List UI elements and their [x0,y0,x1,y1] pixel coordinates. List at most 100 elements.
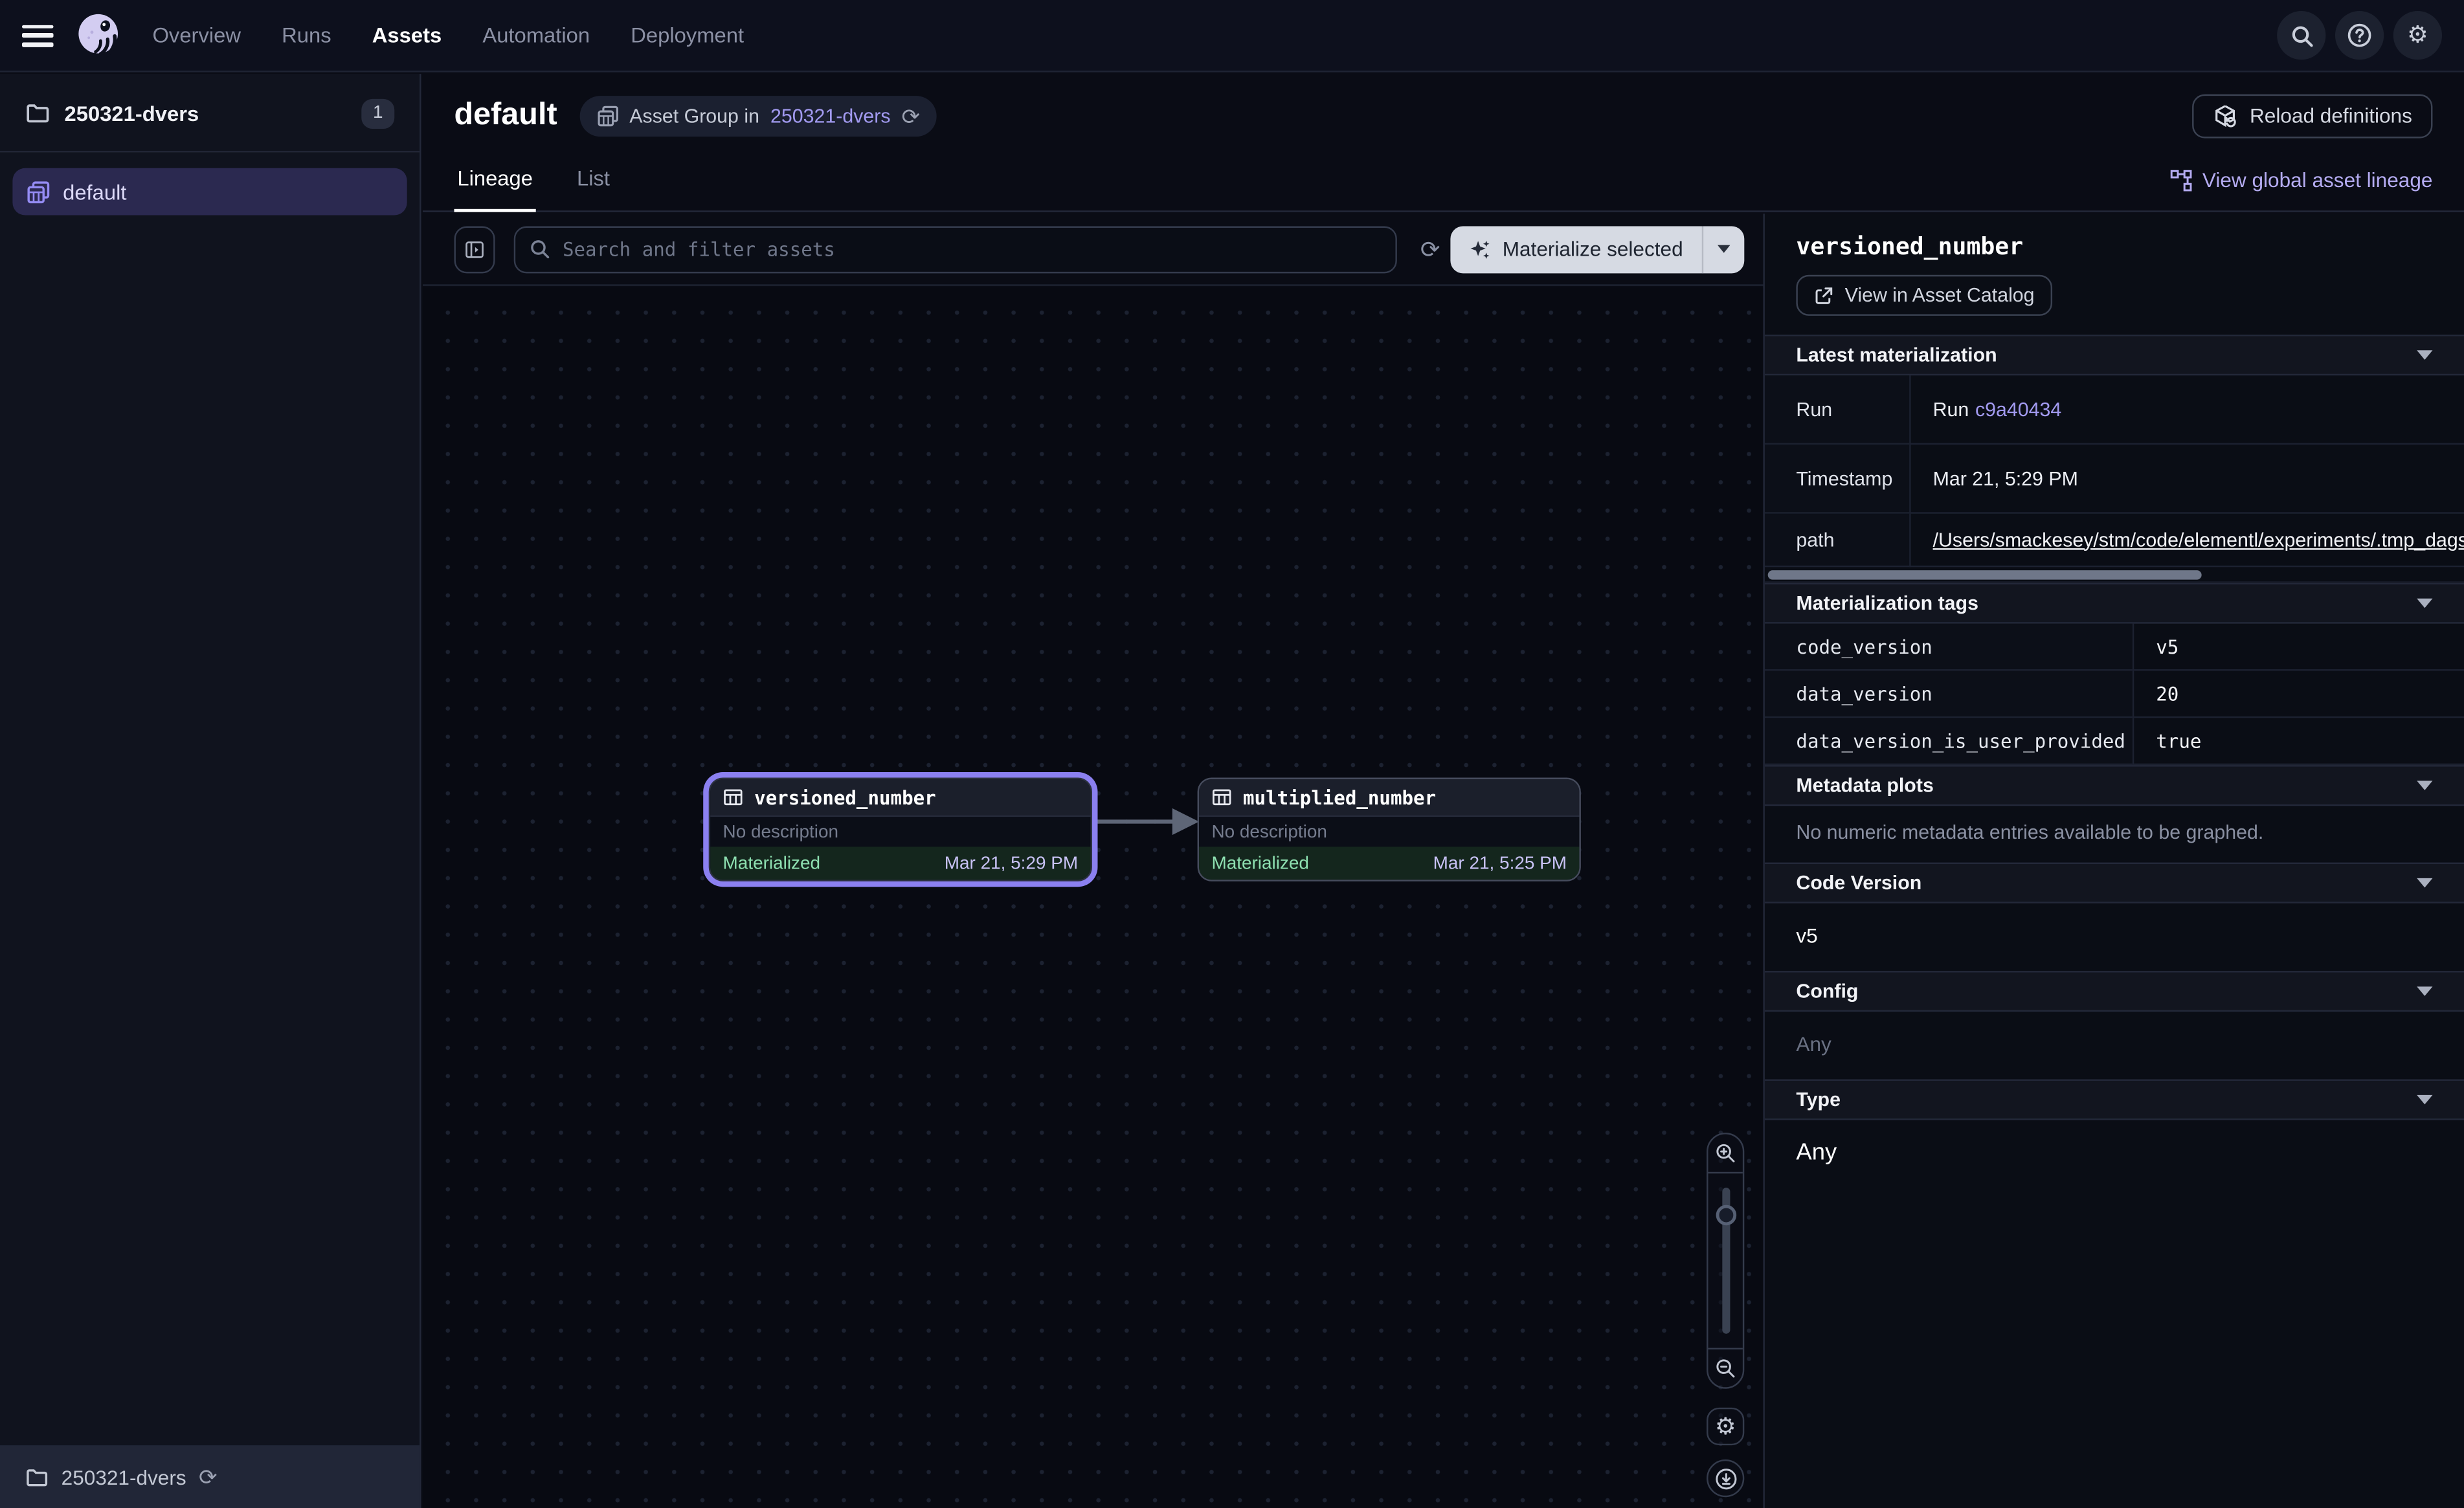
view-tabs: Lineage List View global asset lineage [423,157,2464,212]
section-title: Config [1796,981,1858,1003]
zoom-controls [1707,1133,1744,1389]
dagster-logo-icon[interactable] [73,10,124,61]
zoom-out-button[interactable] [1708,1349,1742,1387]
download-icon [1714,1467,1737,1490]
pill-location-link[interactable]: 250321-dvers [770,104,891,126]
top-nav: Overview Runs Assets Automation Deployme… [0,0,2464,72]
footer-location-name: 250321-dvers [62,1465,186,1488]
nav-item-overview[interactable]: Overview [152,23,241,47]
tag-value: v5 [2133,624,2464,671]
code-location-row[interactable]: 250321-dvers 1 [0,88,420,139]
nav-item-runs[interactable]: Runs [282,23,331,47]
sidebar-divider [0,151,420,152]
chevron-down-icon [2417,350,2432,360]
tab-lineage[interactable]: Lineage [454,157,535,212]
table-icon [723,787,744,808]
chevron-down-icon [1718,245,1730,253]
lineage-canvas[interactable]: versioned_number No description Material… [423,287,1763,1508]
section-metadata-plots[interactable]: Metadata plots [1765,765,2464,806]
folder-icon [25,100,50,126]
zoom-out-icon [1714,1357,1736,1379]
latest-materialization-table: Run Run c9a40434 Timestamp Mar 21, 5:29 … [1765,375,2464,514]
panel-expand-icon [465,238,484,260]
reload-definitions-button[interactable]: Reload definitions [2191,93,2432,137]
row-key: Run [1765,375,1909,445]
zoom-in-icon [1714,1142,1736,1164]
section-title: Materialization tags [1796,592,1978,614]
folder-icon [25,1465,49,1488]
scrollbar-thumb[interactable] [1768,570,2202,580]
settings-button[interactable]: ⚙ [2393,11,2442,60]
asset-search-input[interactable] [514,225,1397,272]
row-value: /Users/smackesey/stm/code/elementl/exper… [1909,514,2464,568]
tag-value: 20 [2133,671,2464,718]
page-header: default Asset Group in 250321-dvers ⟳ Re… [423,74,2464,157]
latest-materialization-table-path: path /Users/smackesey/stm/code/elementl/… [1765,514,2464,568]
section-materialization-tags[interactable]: Materialization tags [1765,583,2464,624]
hamburger-menu-icon[interactable] [22,25,54,47]
reload-definitions-icon [2212,103,2237,128]
section-config[interactable]: Config [1765,971,2464,1012]
status-badge: Materialized [723,854,820,872]
path-link[interactable]: /Users/smackesey/stm/code/elementl/exper… [1933,529,2464,551]
materialization-time: Mar 21, 5:29 PM [945,854,1078,872]
section-title: Metadata plots [1796,775,1933,797]
chevron-down-icon [2417,878,2432,888]
asset-status-row: Materialized Mar 21, 5:25 PM [1199,847,1579,880]
download-graph-button[interactable] [1707,1459,1744,1497]
nav-right-icons: ⚙ [2277,11,2442,60]
materialize-selected-button[interactable]: Materialize selected [1451,225,1745,272]
sidebar-footer[interactable]: 250321-dvers ⟳ [0,1445,420,1508]
search-button[interactable] [2277,11,2325,60]
asset-name: versioned_number [754,786,936,808]
refresh-icon: ⟳ [1420,235,1440,263]
code-version-value: v5 [1765,904,2464,971]
main-area: default Asset Group in 250321-dvers ⟳ Re… [423,74,2464,1508]
asset-name: multiplied_number [1243,786,1436,808]
zoom-in-button[interactable] [1708,1135,1742,1172]
pill-prefix: Asset Group in [629,104,759,126]
asset-node-multiplied-number[interactable]: multiplied_number No description Materia… [1198,778,1581,882]
section-type[interactable]: Type [1765,1080,2464,1120]
tag-key: data_version [1765,671,2133,718]
nav-item-automation[interactable]: Automation [482,23,590,47]
nav-item-deployment[interactable]: Deployment [631,23,744,47]
content-split: ⟳ Materialize selected [423,214,2464,1508]
external-link-icon [1813,285,1834,306]
help-button[interactable] [2335,11,2384,60]
page-title: default [454,97,557,133]
metadata-plots-empty-text: No numeric metadata entries available to… [1765,806,2464,862]
asset-count-badge: 1 [361,98,394,128]
view-in-asset-catalog-button[interactable]: View in Asset Catalog [1796,275,2052,316]
graph-settings-button[interactable]: ⚙ [1707,1408,1744,1445]
materialize-main[interactable]: Materialize selected [1451,225,1702,272]
run-id-link[interactable]: c9a40434 [1975,398,2061,420]
help-icon [2346,22,2373,49]
config-value: Any [1765,1012,2464,1079]
selected-asset-title: versioned_number [1796,232,2432,261]
view-global-asset-lineage-link[interactable]: View global asset lineage [2169,157,2433,192]
dagster-app: Overview Runs Assets Automation Deployme… [0,0,2464,1508]
asset-status-row: Materialized Mar 21, 5:29 PM [710,847,1090,880]
toggle-sidebar-button[interactable] [454,225,495,272]
section-code-version[interactable]: Code Version [1765,863,2464,904]
code-location-name: 250321-dvers [65,102,348,125]
section-title: Latest materialization [1796,344,1997,366]
lineage-toolbar: ⟳ Materialize selected [423,214,1763,286]
section-title: Type [1796,1089,1841,1111]
zoom-slider-knob[interactable] [1715,1205,1736,1226]
asset-group-icon [27,180,50,203]
refresh-icon[interactable]: ⟳ [902,104,920,126]
zoom-slider[interactable] [1708,1172,1742,1349]
asset-node-versioned-number[interactable]: versioned_number No description Material… [709,778,1092,882]
section-latest-materialization[interactable]: Latest materialization [1765,335,2464,375]
refresh-graph-button[interactable]: ⟳ [1410,225,1451,272]
tab-list[interactable]: List [574,157,613,212]
run-prefix: Run [1933,398,1969,420]
nav-item-assets[interactable]: Assets [372,23,442,47]
refresh-icon[interactable]: ⟳ [199,1466,217,1488]
search-icon [528,236,552,260]
sidebar-item-default-group[interactable]: default [12,168,407,216]
reload-definitions-label: Reload definitions [2250,104,2412,127]
materialize-dropdown-button[interactable] [1703,225,1744,272]
